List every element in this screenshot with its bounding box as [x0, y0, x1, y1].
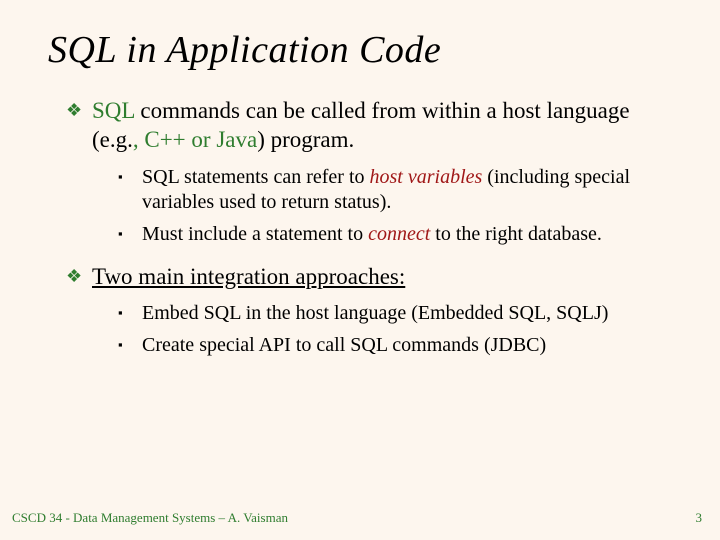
diamond-bullet-icon: ❖	[66, 262, 92, 291]
bullet-text: SQL statements can refer to host variabl…	[142, 165, 672, 216]
square-bullet-icon: ▪	[118, 165, 142, 216]
bullet-level1: ❖ SQL commands can be called from within…	[66, 96, 672, 155]
text-part: to the right database.	[430, 223, 602, 245]
square-bullet-icon: ▪	[118, 222, 142, 248]
emphasis: connect	[368, 223, 430, 245]
bullet-text: Create special API to call SQL commands …	[142, 333, 672, 359]
bullet-level1: ❖ Two main integration approaches:	[66, 262, 672, 291]
bullet-level2: ▪ Must include a statement to connect to…	[118, 222, 672, 248]
text-part: SQL statements can refer to	[142, 166, 370, 188]
text-part: ) program.	[257, 127, 354, 152]
bullet-text: Two main integration approaches:	[92, 262, 672, 291]
bullet-level2: ▪ SQL statements can refer to host varia…	[118, 165, 672, 216]
square-bullet-icon: ▪	[118, 333, 142, 359]
footer-text: CSCD 34 - Data Management Systems – A. V…	[12, 510, 288, 526]
bullet-level2: ▪ Embed SQL in the host language (Embedd…	[118, 301, 672, 327]
inline-langs: , C++ or Java	[133, 127, 257, 152]
slide-title: SQL in Application Code	[48, 28, 672, 72]
diamond-bullet-icon: ❖	[66, 96, 92, 155]
bullet-text: Must include a statement to connect to t…	[142, 222, 672, 248]
bullet-text: Embed SQL in the host language (Embedded…	[142, 301, 672, 327]
square-bullet-icon: ▪	[118, 301, 142, 327]
bullet-level2: ▪ Create special API to call SQL command…	[118, 333, 672, 359]
text-part: Must include a statement to	[142, 223, 368, 245]
page-number: 3	[696, 510, 703, 526]
inline-sql: SQL	[92, 98, 135, 123]
emphasis: host variables	[370, 166, 483, 188]
bullet-text: SQL commands can be called from within a…	[92, 96, 672, 155]
slide: SQL in Application Code ❖ SQL commands c…	[0, 0, 720, 540]
